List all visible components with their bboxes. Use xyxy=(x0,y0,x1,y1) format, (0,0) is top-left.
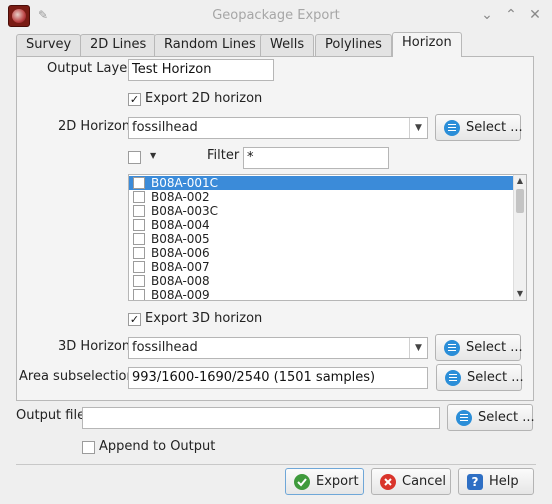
list-item[interactable]: B08A-002 xyxy=(129,190,514,204)
tab-survey[interactable]: Survey xyxy=(16,34,82,56)
select-all-dropdown-icon[interactable]: ▼ xyxy=(150,151,156,160)
select-area-button[interactable]: Select ... xyxy=(436,364,524,391)
help-icon: ? xyxy=(467,473,483,490)
tab-2d-lines[interactable]: 2D Lines xyxy=(80,34,157,56)
list-item-checkbox[interactable] xyxy=(133,177,145,189)
export-3d-checkbox[interactable]: ✓ xyxy=(128,313,141,326)
list-item[interactable]: B08A-005 xyxy=(129,232,514,246)
scrollbar-thumb[interactable] xyxy=(516,189,524,213)
title-bar: ✎ Geopackage Export ⌄ ⌃ ✕ xyxy=(0,0,552,32)
list-icon xyxy=(444,119,460,136)
close-icon[interactable]: ✕ xyxy=(526,6,544,24)
cancel-button[interactable]: Cancel xyxy=(371,468,451,495)
minimize-icon[interactable]: ⌄ xyxy=(478,6,496,24)
export-3d-label: Export 3D horizon xyxy=(145,311,263,326)
list-item-checkbox[interactable] xyxy=(133,261,145,273)
chevron-down-icon[interactable]: ▼ xyxy=(409,338,427,358)
divider xyxy=(16,464,536,465)
scroll-up-icon[interactable]: ▲ xyxy=(514,175,526,187)
horizon-2d-value: fossilhead xyxy=(132,120,198,135)
list-item[interactable]: B08A-003C xyxy=(129,204,514,218)
horizon-3d-combo[interactable]: fossilhead ▼ xyxy=(128,337,428,359)
list-item[interactable]: B08A-007 xyxy=(129,260,514,274)
horizon-3d-label: 3D Horizon xyxy=(58,339,131,354)
output-layer-input[interactable]: Test Horizon xyxy=(128,59,274,81)
select-output-file-button[interactable]: Select ... xyxy=(447,404,535,431)
output-file-input[interactable] xyxy=(82,407,440,429)
tab-polylines[interactable]: Polylines xyxy=(315,34,392,56)
select-3d-horizon-button[interactable]: Select ... xyxy=(435,334,523,361)
output-layer-label: Output Layer xyxy=(47,61,133,76)
scroll-down-icon[interactable]: ▼ xyxy=(514,288,526,300)
lines-list[interactable]: B08A-001C B08A-002 B08A-003C B08A-004 B0… xyxy=(128,174,527,301)
maximize-icon[interactable]: ⌃ xyxy=(502,6,520,24)
cancel-icon xyxy=(380,473,396,490)
filter-label: Filter xyxy=(207,148,240,163)
area-subselection-input[interactable]: 993/1600-1690/2540 (1501 samples) xyxy=(128,367,428,389)
list-item-checkbox[interactable] xyxy=(133,219,145,231)
list-item[interactable]: B08A-009 xyxy=(129,288,514,300)
help-button[interactable]: ? Help xyxy=(458,468,534,495)
list-item[interactable]: B08A-001C xyxy=(129,176,514,190)
tab-random-lines[interactable]: Random Lines xyxy=(154,34,266,56)
window-title: Geopackage Export xyxy=(212,8,340,23)
horizon-3d-value: fossilhead xyxy=(132,340,198,355)
list-scrollbar[interactable]: ▲ ▼ xyxy=(513,175,526,300)
append-label: Append to Output xyxy=(99,439,216,454)
tab-horizon[interactable]: Horizon xyxy=(392,32,462,57)
list-item-checkbox[interactable] xyxy=(133,247,145,259)
list-item[interactable]: B08A-004 xyxy=(129,218,514,232)
select-2d-horizon-button[interactable]: Select ... xyxy=(435,114,523,141)
append-checkbox[interactable] xyxy=(82,441,95,454)
chevron-down-icon[interactable]: ▼ xyxy=(409,118,427,138)
list-item-checkbox[interactable] xyxy=(133,191,145,203)
tab-wells[interactable]: Wells xyxy=(260,34,315,56)
list-item-checkbox[interactable] xyxy=(133,233,145,245)
output-file-label: Output file xyxy=(16,408,86,423)
select-all-checkbox[interactable] xyxy=(128,151,141,164)
check-icon xyxy=(294,473,310,490)
list-icon xyxy=(444,339,460,356)
filter-input[interactable]: * xyxy=(243,147,389,169)
list-item[interactable]: B08A-006 xyxy=(129,246,514,260)
list-item-checkbox[interactable] xyxy=(133,205,145,217)
export-2d-checkbox[interactable]: ✓ xyxy=(128,93,141,106)
list-item-checkbox[interactable] xyxy=(133,289,145,300)
horizon-2d-label: 2D Horizon xyxy=(58,119,131,134)
list-item[interactable]: B08A-008 xyxy=(129,274,514,288)
horizon-2d-combo[interactable]: fossilhead ▼ xyxy=(128,117,428,139)
list-item-checkbox[interactable] xyxy=(133,275,145,287)
export-button[interactable]: Export xyxy=(285,468,364,495)
area-subselection-label: Area subselection xyxy=(19,369,135,384)
export-2d-label: Export 2D horizon xyxy=(145,91,263,106)
list-icon xyxy=(445,369,461,386)
list-icon xyxy=(456,409,472,426)
